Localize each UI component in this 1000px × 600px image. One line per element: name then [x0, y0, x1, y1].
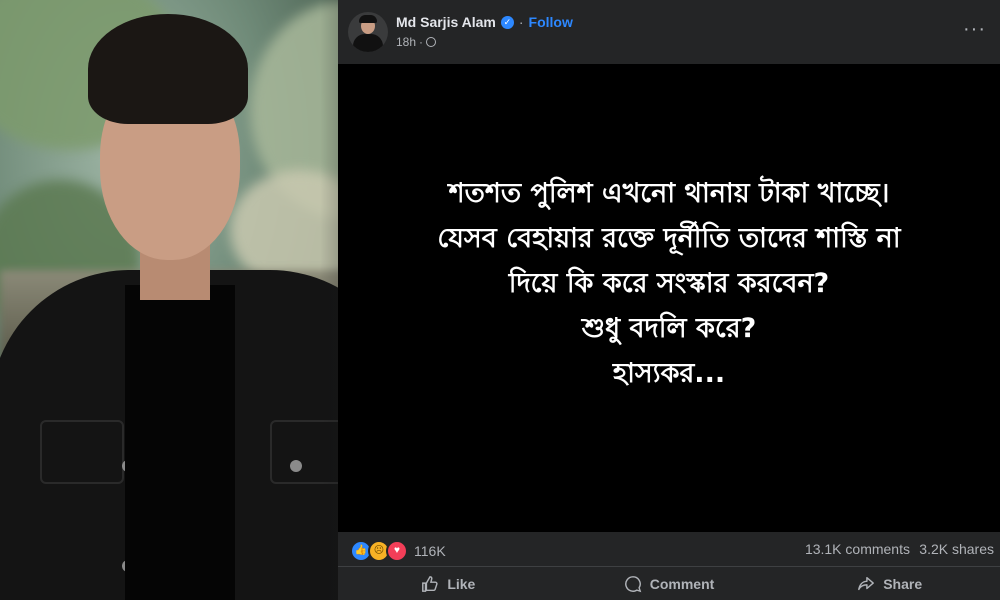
globe-icon [426, 37, 437, 47]
verified-icon: ✓ [500, 15, 514, 29]
jacket-pocket [40, 420, 124, 484]
comment-icon [624, 576, 642, 593]
post-text-line: শুধু বদলি করে? [581, 312, 757, 344]
facebook-post-card: Md Sarjis Alam ✓ · Follow 18h · ··· শতশত… [338, 0, 1000, 600]
share-icon [858, 576, 875, 591]
share-button[interactable]: Share [779, 567, 1000, 600]
post-text-line: দিয়ে কি করে সংস্কার করবেন? [508, 267, 830, 299]
post-time[interactable]: 18h [396, 35, 416, 49]
reaction-count: 116K [414, 543, 446, 559]
reactions-summary[interactable]: 👍 ☹ ♥ 116K [350, 540, 446, 562]
shares-count[interactable]: 3.2K shares [919, 541, 994, 557]
share-label: Share [883, 576, 923, 592]
post-text-line: শতশত পুলিশ এখনো থানায় টাকা খাচ্ছে। [448, 177, 890, 209]
follow-button[interactable]: Follow [529, 14, 573, 30]
more-options-icon[interactable]: ··· [963, 19, 986, 39]
author-name[interactable]: Md Sarjis Alam [396, 14, 496, 30]
separator-dot: · [518, 14, 524, 30]
avatar[interactable] [348, 12, 388, 52]
post-text: শতশত পুলিশ এখনো থানায় টাকা খাচ্ছে। যেসব… [349, 171, 989, 396]
post-content: শতশত পুলিশ এখনো থানায় টাকা খাচ্ছে। যেসব… [338, 64, 1000, 532]
comment-label: Comment [649, 576, 715, 592]
author-row: Md Sarjis Alam ✓ · Follow [396, 14, 573, 30]
post-meta: 18h · [396, 35, 437, 49]
like-label: Like [447, 576, 476, 592]
love-reaction-icon: ♥ [386, 540, 408, 562]
jacket-button [290, 460, 302, 472]
post-actions: Like Comment Share [338, 566, 1000, 600]
post-text-line: যেসব বেহায়ার রক্তে দূর্নীতি তাদের শাস্ত… [437, 222, 901, 254]
comment-button[interactable]: Comment [559, 567, 780, 600]
person-hair [88, 14, 248, 124]
thumbs-up-icon [422, 576, 438, 592]
like-button[interactable]: Like [338, 567, 559, 600]
post-text-line: হাস্যকর... [612, 357, 726, 389]
post-header: Md Sarjis Alam ✓ · Follow 18h · ··· [338, 0, 1000, 64]
separator-dot: · [419, 35, 424, 49]
person-shirt [125, 285, 235, 600]
post-stats: 👍 ☹ ♥ 116K 13.1K comments 3.2K shares [338, 534, 1000, 564]
comments-count[interactable]: 13.1K comments [805, 541, 910, 557]
